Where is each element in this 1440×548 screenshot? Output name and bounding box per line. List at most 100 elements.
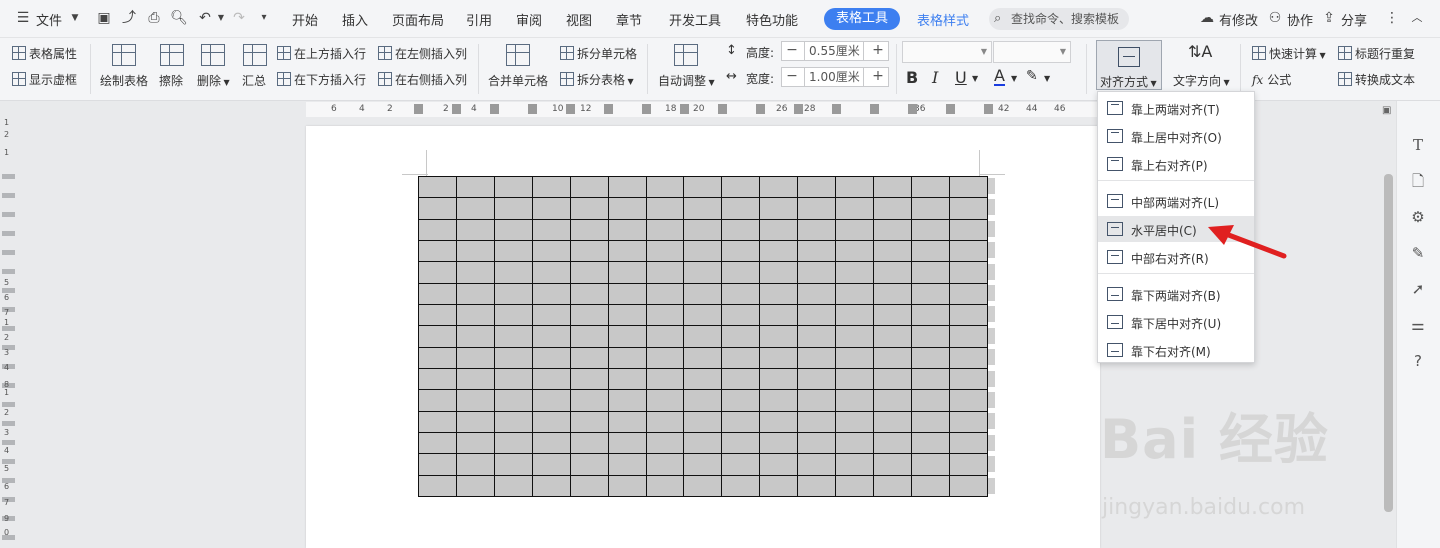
table-cell[interactable] xyxy=(948,453,989,476)
table-cell[interactable] xyxy=(948,389,989,412)
table-cell[interactable] xyxy=(645,325,685,348)
summary-button[interactable]: 汇总 xyxy=(242,72,266,89)
table-cell[interactable] xyxy=(607,367,647,391)
table-cell[interactable] xyxy=(797,346,837,369)
table-cell[interactable] xyxy=(683,474,723,498)
table-cell[interactable] xyxy=(910,175,950,199)
tab-view[interactable]: 视图 xyxy=(566,10,592,29)
table-cell[interactable] xyxy=(835,197,875,220)
table-cell[interactable] xyxy=(759,431,799,455)
table-cell[interactable] xyxy=(569,453,609,476)
table-cell[interactable] xyxy=(455,346,495,369)
delete-button[interactable]: 删除 ▼ xyxy=(197,72,230,89)
table-cell[interactable] xyxy=(948,431,989,455)
table-cell[interactable] xyxy=(873,218,912,241)
table-cell[interactable] xyxy=(683,303,723,327)
table-cell[interactable] xyxy=(531,453,571,476)
table-cell[interactable] xyxy=(607,239,647,263)
ruler-column-marker[interactable] xyxy=(718,104,727,114)
table-cell[interactable] xyxy=(607,410,647,433)
table-cell[interactable] xyxy=(418,367,457,391)
table-cell[interactable] xyxy=(873,367,912,391)
tab-table-style[interactable]: 表格样式 xyxy=(917,10,969,29)
customize-toolbar-icon[interactable]: ▾ xyxy=(255,9,273,27)
table-cell[interactable] xyxy=(645,474,685,498)
table-cell[interactable] xyxy=(645,346,685,369)
text-style-icon[interactable]: T xyxy=(1408,135,1428,155)
table-cell[interactable] xyxy=(797,367,837,391)
table-cell[interactable] xyxy=(873,282,912,305)
table-cell[interactable] xyxy=(493,367,533,391)
table-properties-button[interactable]: 表格属性 xyxy=(12,45,77,62)
table-cell[interactable] xyxy=(569,175,609,199)
table-cell[interactable] xyxy=(910,474,950,498)
table-cell[interactable] xyxy=(531,474,571,498)
table-cell[interactable] xyxy=(873,453,912,476)
table-cell[interactable] xyxy=(531,282,571,305)
table-cell[interactable] xyxy=(797,389,837,412)
table-cell[interactable] xyxy=(493,303,533,327)
document-pages-icon[interactable]: 🗋︎ xyxy=(1408,171,1428,191)
document-settings-icon[interactable]: ⚙ xyxy=(1408,207,1428,227)
table-cell[interactable] xyxy=(531,175,571,199)
table-cell[interactable] xyxy=(797,239,837,263)
table-cell[interactable] xyxy=(493,218,533,241)
ruler-column-marker[interactable] xyxy=(794,104,803,114)
table-cell[interactable] xyxy=(455,431,495,455)
table-cell[interactable] xyxy=(683,282,723,305)
table-cell[interactable] xyxy=(569,367,609,391)
table-cell[interactable] xyxy=(418,218,457,241)
alignment-menu-item[interactable]: 靠上两端对齐(T) xyxy=(1098,95,1254,121)
table-cell[interactable] xyxy=(910,346,950,369)
table-cell[interactable] xyxy=(721,218,761,241)
table-cell[interactable] xyxy=(418,474,457,498)
table-cell[interactable] xyxy=(531,325,571,348)
font-size-select[interactable]: ▼ xyxy=(993,41,1071,63)
split-cells-button[interactable]: 拆分单元格 xyxy=(560,45,637,62)
table-cell[interactable] xyxy=(645,453,685,476)
ruler-column-marker[interactable] xyxy=(946,104,955,114)
print-icon[interactable]: ⎙ xyxy=(145,9,163,27)
table-cell[interactable] xyxy=(873,325,912,348)
table-cell[interactable] xyxy=(607,175,647,199)
hamburger-menu-icon[interactable]: ☰ xyxy=(14,9,32,27)
table-cell[interactable] xyxy=(569,197,609,220)
table-cell[interactable] xyxy=(721,239,761,263)
save-icon[interactable]: ▣ xyxy=(95,9,113,27)
table-cell[interactable] xyxy=(721,197,761,220)
table-cell[interactable] xyxy=(607,197,647,220)
tab-special-features[interactable]: 特色功能 xyxy=(746,10,798,29)
table-cell[interactable] xyxy=(683,367,723,391)
table-cell[interactable] xyxy=(835,282,875,305)
summary-icon[interactable] xyxy=(243,44,267,66)
table-cell[interactable] xyxy=(455,218,495,241)
table-cell[interactable] xyxy=(683,346,723,369)
table-cell[interactable] xyxy=(948,303,989,327)
table-cell[interactable] xyxy=(645,410,685,433)
table-cell[interactable] xyxy=(948,282,989,305)
alignment-menu-item[interactable]: 靠下右对齐(M) xyxy=(1098,337,1254,363)
ruler-column-marker[interactable] xyxy=(832,104,841,114)
table-cell[interactable] xyxy=(493,431,533,455)
table-cell[interactable] xyxy=(531,431,571,455)
row-resize-handle[interactable] xyxy=(988,327,995,344)
table-cell[interactable] xyxy=(873,346,912,369)
text-direction-button[interactable]: 文字方向 ▼ xyxy=(1173,72,1230,89)
table-cell[interactable] xyxy=(873,303,912,327)
ruler-column-marker[interactable] xyxy=(414,104,423,114)
table-cell[interactable] xyxy=(455,389,495,412)
table-cell[interactable] xyxy=(607,218,647,241)
table-cell[interactable] xyxy=(531,367,571,391)
table-cell[interactable] xyxy=(873,239,912,263)
table-cell[interactable] xyxy=(759,218,799,241)
table-cell[interactable] xyxy=(835,431,875,455)
table-cell[interactable] xyxy=(948,410,989,433)
alignment-menu-item[interactable]: 中部两端对齐(L) xyxy=(1098,188,1254,214)
width-value[interactable]: 1.00厘米 xyxy=(804,68,864,86)
table-cell[interactable] xyxy=(683,175,723,199)
table-cell[interactable] xyxy=(721,431,761,455)
row-resize-handle[interactable] xyxy=(988,456,995,473)
collapse-ribbon-icon[interactable]: ︿ xyxy=(1408,9,1426,27)
table-cell[interactable] xyxy=(759,410,799,433)
font-family-select[interactable]: ▼ xyxy=(902,41,992,63)
